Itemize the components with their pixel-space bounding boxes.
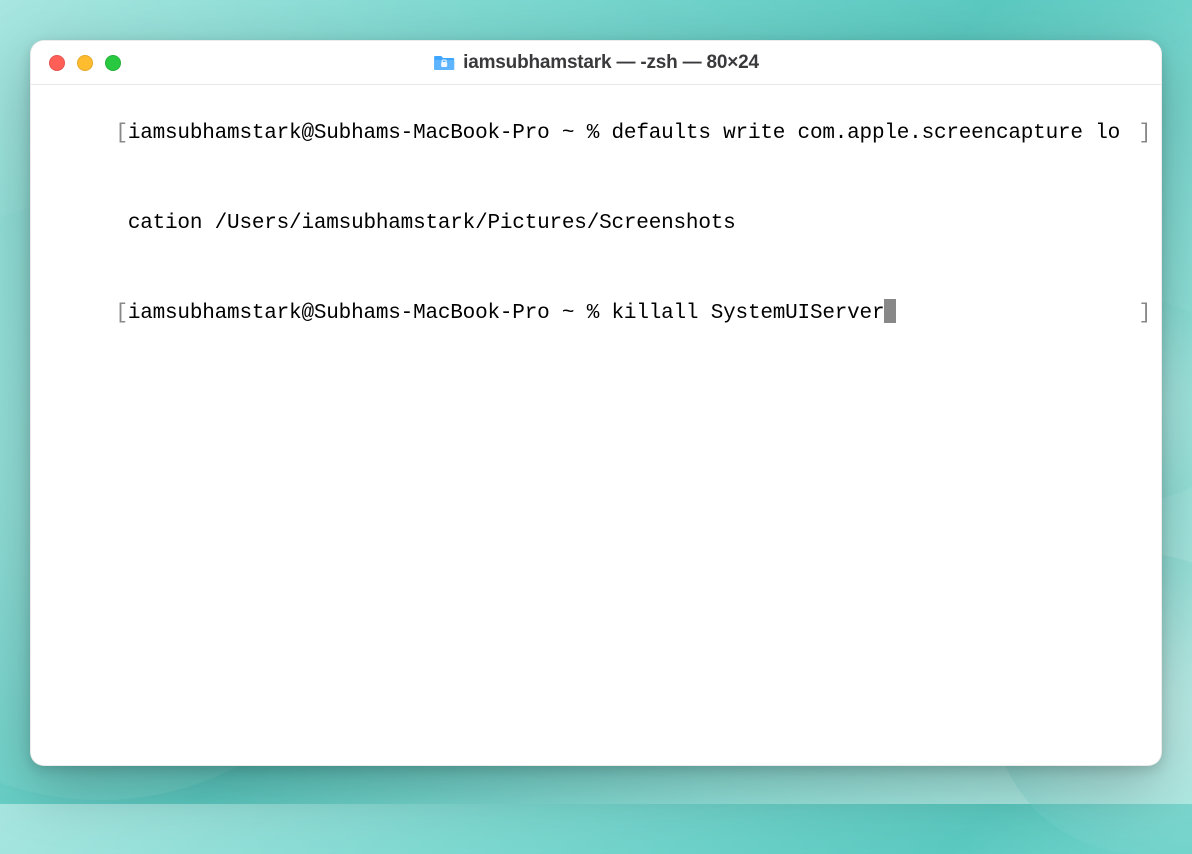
shell-prompt: iamsubhamstark@Subhams-MacBook-Pro ~ % [128,302,612,325]
folder-icon [433,54,455,72]
terminal-line: [iamsubhamstark@Subhams-MacBook-Pro ~ % … [41,269,1151,359]
command-text: defaults write com.apple.screencapture l… [612,122,1120,145]
left-bracket: [ [115,302,127,325]
left-bracket [115,212,127,235]
minimize-button[interactable] [77,55,93,71]
command-text: cation /Users/iamsubhamstark/Pictures/Sc… [128,212,736,235]
right-bracket: ] [1139,119,1151,149]
terminal-line: cation /Users/iamsubhamstark/Pictures/Sc… [41,179,1151,269]
cursor [884,299,896,323]
terminal-body[interactable]: [iamsubhamstark@Subhams-MacBook-Pro ~ % … [31,85,1161,765]
title-content: iamsubhamstark — -zsh — 80×24 [433,52,759,74]
shell-prompt: iamsubhamstark@Subhams-MacBook-Pro ~ % [128,122,612,145]
terminal-line: [iamsubhamstark@Subhams-MacBook-Pro ~ % … [41,89,1151,179]
right-bracket: ] [1139,299,1151,329]
title-bar[interactable]: iamsubhamstark — -zsh — 80×24 [31,41,1161,85]
command-text: killall SystemUIServer [612,302,885,325]
left-bracket: [ [115,122,127,145]
window-controls [31,55,121,71]
terminal-window: iamsubhamstark — -zsh — 80×24 [iamsubham… [30,40,1162,766]
window-title: iamsubhamstark — -zsh — 80×24 [463,52,759,74]
close-button[interactable] [49,55,65,71]
maximize-button[interactable] [105,55,121,71]
